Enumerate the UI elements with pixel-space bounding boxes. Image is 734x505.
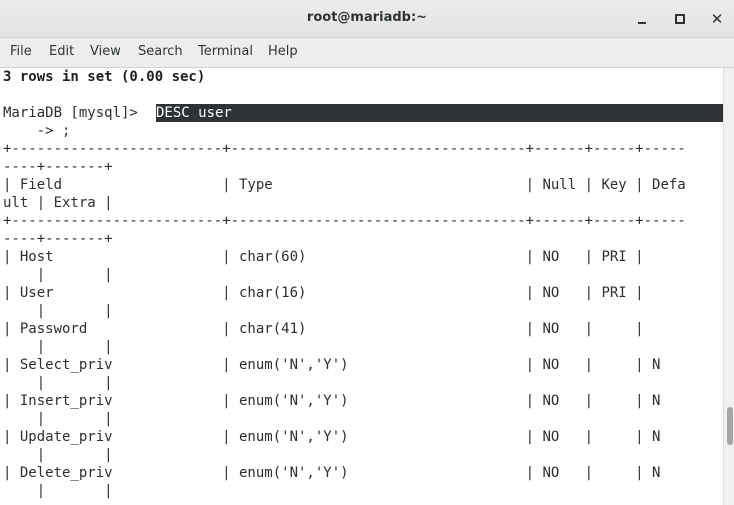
menu-view[interactable]: View (90, 44, 121, 59)
continuation-line: -> ; (3, 123, 71, 139)
maximize-button[interactable] (670, 9, 690, 29)
selection-highlight (156, 104, 723, 122)
result-line: 3 rows in set (0.00 sec) (3, 69, 206, 85)
menu-search[interactable]: Search (138, 44, 183, 59)
table-row: | Update_priv | enum('N','Y') | NO | | N (3, 429, 686, 445)
table-row: | Host | char(60) | NO | PRI | (3, 249, 686, 265)
table-row-wrap: | | (3, 447, 113, 463)
table-row-wrap: | | (3, 375, 113, 391)
table-row-wrap: | | (3, 339, 113, 355)
menu-help[interactable]: Help (268, 44, 298, 59)
table-row: | Insert_priv | enum('N','Y') | NO | | N (3, 393, 686, 409)
table-row: | User | char(16) | NO | PRI | (3, 285, 686, 301)
table-row: | Password | char(41) | NO | | (3, 321, 686, 337)
close-icon: ✕ (710, 10, 724, 28)
title-bar[interactable]: root@mariadb:~ ✕ (0, 0, 734, 38)
table-row-wrap: | | (3, 411, 113, 427)
close-button[interactable]: ✕ (707, 9, 727, 29)
menu-file[interactable]: File (10, 44, 32, 59)
table-border-mid-wrap: ----+-------+ (3, 231, 113, 247)
scrollbar-thumb[interactable] (727, 407, 733, 445)
table-header-wrap: ult | Extra | (3, 195, 113, 211)
menu-terminal[interactable]: Terminal (198, 44, 253, 59)
table-header: | Field | Type | Null | Key | Defa (3, 177, 686, 193)
minimize-button[interactable] (632, 9, 652, 29)
vertical-scrollbar[interactable] (723, 68, 734, 505)
table-row: | Select_priv | enum('N','Y') | NO | | N (3, 357, 686, 373)
maximize-icon (675, 14, 685, 24)
table-border-top: +-------------------------+-------------… (3, 141, 686, 157)
menu-bar: File Edit View Search Terminal Help (0, 38, 734, 68)
menu-edit[interactable]: Edit (49, 44, 74, 59)
table-border-top-wrap: ----+-------+ (3, 159, 113, 175)
table-row: | Delete_priv | enum('N','Y') | NO | | N (3, 465, 686, 481)
table-row-wrap: | | (3, 267, 113, 283)
window-title: root@mariadb:~ (306, 10, 428, 25)
selected-command: DESC user (156, 105, 232, 121)
terminal-window: root@mariadb:~ ✕ File Edit View Search T… (0, 0, 734, 505)
minimize-icon (638, 22, 646, 24)
table-border-mid: +-------------------------+-------------… (3, 213, 686, 229)
terminal-output[interactable]: 3 rows in set (0.00 sec) MariaDB [mysql]… (0, 68, 723, 505)
table-row-wrap: | | (3, 483, 113, 499)
table-row-wrap: | | (3, 303, 113, 319)
prompt-text: MariaDB [mysql]> (3, 105, 147, 121)
